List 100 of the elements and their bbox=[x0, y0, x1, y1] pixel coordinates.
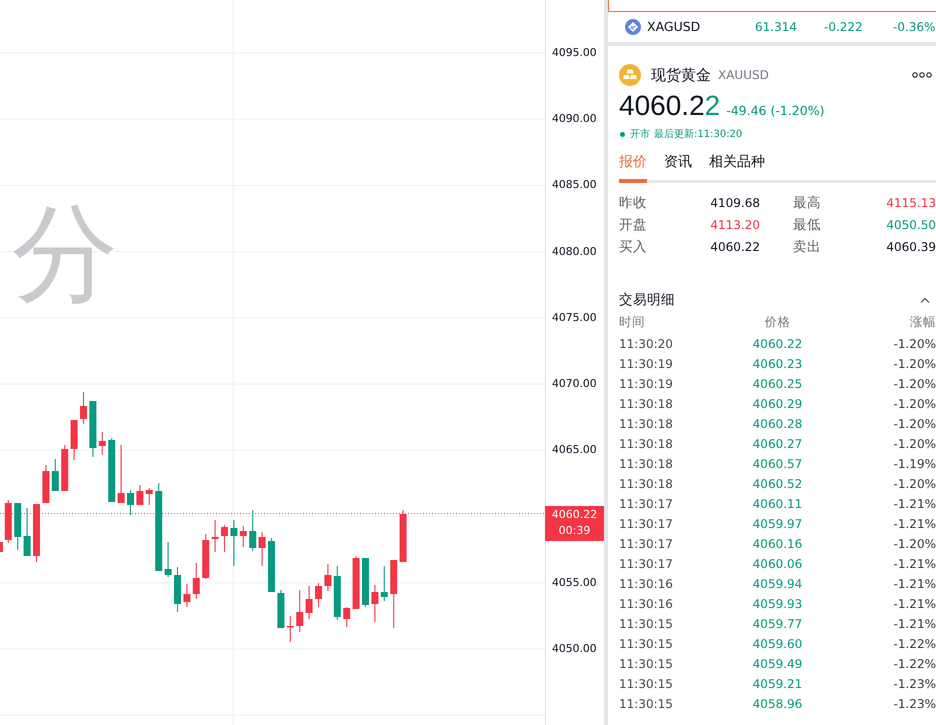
trade-time: 11:30:15 bbox=[619, 697, 674, 711]
trade-time: 11:30:16 bbox=[619, 577, 674, 591]
trade-price: 4059.21 bbox=[752, 677, 804, 691]
candlestick bbox=[14, 503, 22, 550]
candlestick bbox=[306, 586, 313, 619]
axis-tick-label: 4095.00 bbox=[552, 46, 597, 60]
current-price-label: 4060.22 bbox=[552, 507, 598, 524]
candlestick bbox=[258, 532, 266, 566]
candlestick bbox=[240, 526, 247, 547]
trade-change: -1.20% bbox=[892, 397, 936, 411]
stat-value: 4109.68 bbox=[709, 196, 760, 210]
trade-time: 11:30:19 bbox=[619, 377, 674, 391]
candlestick bbox=[277, 590, 284, 628]
trade-price: 4058.96 bbox=[752, 697, 804, 711]
price-change: -49.46 (-1.20%) bbox=[726, 103, 824, 118]
axis-tick-label: 4075.00 bbox=[552, 310, 597, 325]
trade-price: 4060.11 bbox=[752, 497, 804, 511]
trade-time: 11:30:18 bbox=[619, 397, 674, 411]
candlestick bbox=[334, 566, 341, 620]
candlestick bbox=[174, 567, 181, 612]
candlestick bbox=[390, 560, 398, 628]
change-percent-value: -0.36% bbox=[893, 20, 936, 34]
stat-value: 4113.20 bbox=[709, 218, 760, 232]
chevron-up-icon[interactable] bbox=[920, 297, 930, 303]
stat-label: 买入 bbox=[619, 238, 648, 256]
more-icon[interactable] bbox=[912, 72, 932, 78]
watchlist-row[interactable] bbox=[608, 0, 936, 12]
stat-label: 最低 bbox=[792, 216, 822, 234]
last-update: 最后更新:11:30:20 bbox=[654, 128, 742, 141]
candlestick bbox=[315, 583, 322, 607]
trade-price: 4059.49 bbox=[752, 657, 804, 671]
tab[interactable]: 资讯 bbox=[664, 151, 692, 183]
candlestick bbox=[4, 500, 12, 543]
axis-tick-label: 4055.00 bbox=[552, 576, 597, 590]
trade-price: 4060.23 bbox=[752, 357, 804, 371]
trade-time: 11:30:15 bbox=[619, 677, 674, 691]
candlestick bbox=[343, 607, 350, 627]
change-value: -0.222 bbox=[824, 20, 864, 34]
trade-time: 11:30:18 bbox=[619, 437, 674, 451]
trade-time: 11:30:15 bbox=[619, 617, 674, 631]
instrument-code: XAUUSD bbox=[718, 68, 769, 82]
stat-value: 4060.39 bbox=[885, 240, 936, 254]
candlestick bbox=[127, 490, 134, 515]
trade-time: 11:30:20 bbox=[619, 337, 674, 351]
trade-price: 4060.29 bbox=[752, 397, 804, 411]
stat-value: 4060.22 bbox=[709, 240, 760, 254]
stat-label: 卖出 bbox=[792, 238, 822, 256]
candlestick bbox=[352, 556, 360, 609]
candlestick bbox=[136, 485, 144, 505]
countdown-label: 00:39 bbox=[558, 523, 590, 540]
candlestick bbox=[221, 525, 228, 552]
candlestick bbox=[286, 616, 294, 642]
trade-price: 4059.60 bbox=[752, 637, 804, 651]
trade-price: 4060.52 bbox=[752, 477, 804, 491]
trade-change: -1.20% bbox=[892, 377, 936, 391]
trade-price: 4059.93 bbox=[752, 597, 804, 611]
candlestick bbox=[249, 510, 256, 551]
trade-change: -1.22% bbox=[892, 657, 936, 671]
trade-change: -1.20% bbox=[892, 337, 936, 351]
axis-tick-label: 4080.00 bbox=[552, 244, 597, 259]
candlestick bbox=[380, 566, 388, 601]
candlestick bbox=[362, 558, 369, 607]
trade-change: -1.21% bbox=[892, 497, 936, 511]
trade-change: -1.20% bbox=[892, 537, 936, 551]
axis-tick-label: 4065.00 bbox=[552, 443, 597, 458]
candlestick bbox=[371, 585, 378, 622]
instrument-name: 现货黄金 bbox=[651, 66, 711, 84]
trade-price: 4059.77 bbox=[752, 617, 804, 631]
axis-tick-label: 4050.00 bbox=[552, 642, 597, 656]
candlestick bbox=[0, 542, 3, 552]
trade-change: -1.21% bbox=[892, 617, 936, 631]
axis-tick-label: 4090.00 bbox=[552, 112, 597, 126]
ingot-stack-icon bbox=[619, 64, 641, 86]
stat-value: 4115.13 bbox=[885, 196, 936, 210]
trade-time: 11:30:15 bbox=[619, 637, 674, 651]
watchlist-row[interactable]: XAGUSD 61.314 -0.222 -0.36% bbox=[608, 12, 936, 42]
trade-price: 4060.28 bbox=[752, 417, 804, 431]
candlestick bbox=[400, 510, 407, 562]
tab[interactable]: 相关品种 bbox=[709, 151, 765, 183]
stat-value: 4050.50 bbox=[885, 218, 936, 232]
trade-time: 11:30:19 bbox=[619, 357, 674, 371]
trade-price: 4060.06 bbox=[752, 557, 804, 571]
trade-time: 11:30:18 bbox=[619, 417, 674, 431]
candlestick bbox=[324, 564, 332, 591]
section-title: 交易明细 bbox=[619, 291, 675, 309]
candlestick bbox=[118, 445, 125, 503]
trade-price: 4060.22 bbox=[752, 337, 804, 351]
column-header: 时间 bbox=[619, 314, 646, 330]
trade-change: -1.21% bbox=[892, 557, 936, 571]
trade-change: -1.20% bbox=[892, 417, 936, 431]
trade-price: 4059.97 bbox=[752, 517, 804, 531]
trade-change: -1.20% bbox=[892, 477, 936, 491]
trade-change: -1.19% bbox=[892, 457, 936, 471]
trade-price: 4060.16 bbox=[752, 537, 804, 551]
candlestick bbox=[80, 392, 87, 424]
column-header: 涨幅 bbox=[908, 314, 936, 330]
candlestick bbox=[98, 432, 106, 455]
candlestick bbox=[70, 420, 78, 460]
candlestick bbox=[24, 508, 31, 556]
candlestick bbox=[296, 590, 304, 632]
